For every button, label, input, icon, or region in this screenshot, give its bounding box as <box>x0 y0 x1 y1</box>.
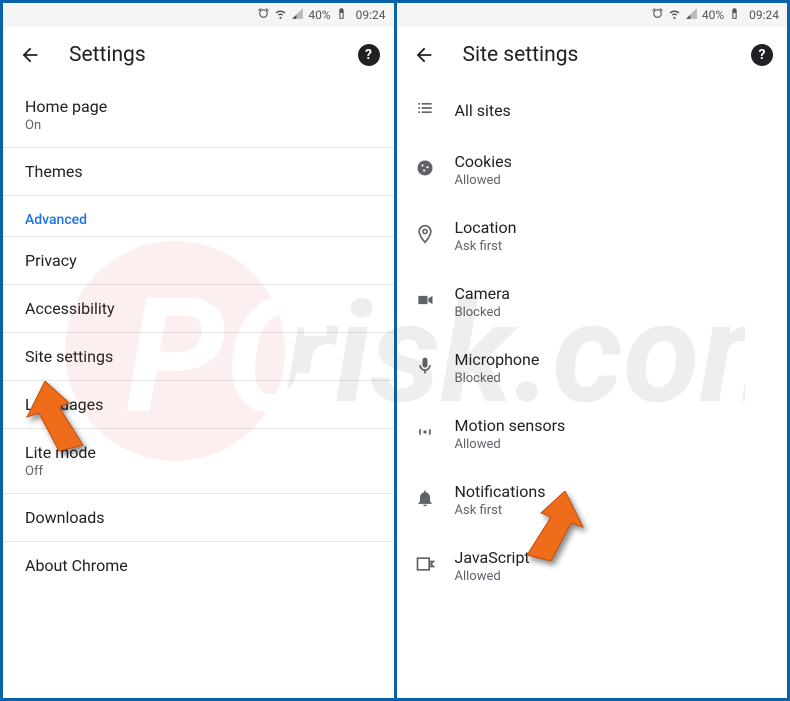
cookie-icon <box>415 158 435 182</box>
clock-time: 09:24 <box>356 8 386 22</box>
alarm-icon <box>651 7 664 23</box>
status-bar: 40% 09:24 <box>3 3 394 27</box>
row-sub: Allowed <box>455 437 770 452</box>
row-javascript[interactable]: JavaScript Allowed <box>397 533 788 599</box>
page-title: Settings <box>69 43 146 67</box>
row-cookies[interactable]: Cookies Allowed <box>397 137 788 203</box>
row-label: Cookies <box>455 152 770 171</box>
battery-pct: 40% <box>308 8 330 22</box>
mic-icon <box>415 356 435 380</box>
page-title: Site settings <box>463 43 579 67</box>
row-label: Downloads <box>25 508 372 527</box>
row-label: Languages <box>25 395 372 414</box>
row-label: Home page <box>25 97 372 116</box>
row-lite-mode[interactable]: Lite mode Off <box>3 429 394 494</box>
row-label: Lite mode <box>25 443 372 462</box>
row-languages[interactable]: Languages <box>3 381 394 429</box>
section-advanced: Advanced <box>3 196 394 237</box>
row-camera[interactable]: Camera Blocked <box>397 269 788 335</box>
row-sub: Ask first <box>455 239 770 254</box>
help-button[interactable]: ? <box>358 44 380 66</box>
row-location[interactable]: Location Ask first <box>397 203 788 269</box>
battery-icon <box>728 7 741 23</box>
row-label: Accessibility <box>25 299 372 318</box>
row-site-settings[interactable]: Site settings <box>3 333 394 381</box>
back-button[interactable] <box>17 42 43 68</box>
row-label: All sites <box>455 101 770 120</box>
row-label: Microphone <box>455 350 770 369</box>
wifi-icon <box>668 7 681 23</box>
row-notifications[interactable]: Notifications Ask first <box>397 467 788 533</box>
javascript-icon <box>415 554 435 578</box>
help-button[interactable]: ? <box>751 44 773 66</box>
row-label: Location <box>455 218 770 237</box>
row-themes[interactable]: Themes <box>3 148 394 196</box>
row-home-page[interactable]: Home page On <box>3 83 394 148</box>
wifi-icon <box>274 7 287 23</box>
row-sub: Allowed <box>455 173 770 188</box>
motion-icon <box>415 422 435 446</box>
row-downloads[interactable]: Downloads <box>3 494 394 542</box>
row-label: Site settings <box>25 347 372 366</box>
row-sub: Allowed <box>455 569 770 584</box>
camera-icon <box>415 290 435 314</box>
row-sub: Ask first <box>455 503 770 518</box>
row-label: Themes <box>25 162 372 181</box>
row-sub: On <box>25 118 372 133</box>
row-sub: Blocked <box>455 305 770 320</box>
battery-pct: 40% <box>702 8 724 22</box>
signal-icon <box>291 7 304 23</box>
row-label: Motion sensors <box>455 416 770 435</box>
header: Settings ? <box>3 27 394 83</box>
row-sub: Off <box>25 464 372 479</box>
status-bar: 40% 09:24 <box>397 3 788 27</box>
signal-icon <box>685 7 698 23</box>
row-label: About Chrome <box>25 556 372 575</box>
battery-icon <box>335 7 348 23</box>
row-label: Notifications <box>455 482 770 501</box>
list-icon <box>415 98 435 122</box>
row-motion-sensors[interactable]: Motion sensors Allowed <box>397 401 788 467</box>
location-icon <box>415 224 435 248</box>
row-all-sites[interactable]: All sites <box>397 83 788 137</box>
row-accessibility[interactable]: Accessibility <box>3 285 394 333</box>
settings-screen: 40% 09:24 Settings ? Home page On Themes… <box>3 3 397 698</box>
row-label: Privacy <box>25 251 372 270</box>
row-label: JavaScript <box>455 548 770 567</box>
header: Site settings ? <box>397 27 788 83</box>
row-label: Camera <box>455 284 770 303</box>
site-settings-list: All sites Cookies Allowed Location Ask fir… <box>397 83 788 698</box>
row-microphone[interactable]: Microphone Blocked <box>397 335 788 401</box>
alarm-icon <box>257 7 270 23</box>
settings-list: Home page On Themes Advanced Privacy Acc… <box>3 83 394 698</box>
row-sub: Blocked <box>455 371 770 386</box>
site-settings-screen: 40% 09:24 Site settings ? All sites Cook… <box>397 3 788 698</box>
back-button[interactable] <box>411 42 437 68</box>
clock-time: 09:24 <box>749 8 779 22</box>
arrow-back-icon <box>19 44 41 66</box>
row-about-chrome[interactable]: About Chrome <box>3 542 394 589</box>
bell-icon <box>415 488 435 512</box>
row-privacy[interactable]: Privacy <box>3 237 394 285</box>
arrow-back-icon <box>413 44 435 66</box>
